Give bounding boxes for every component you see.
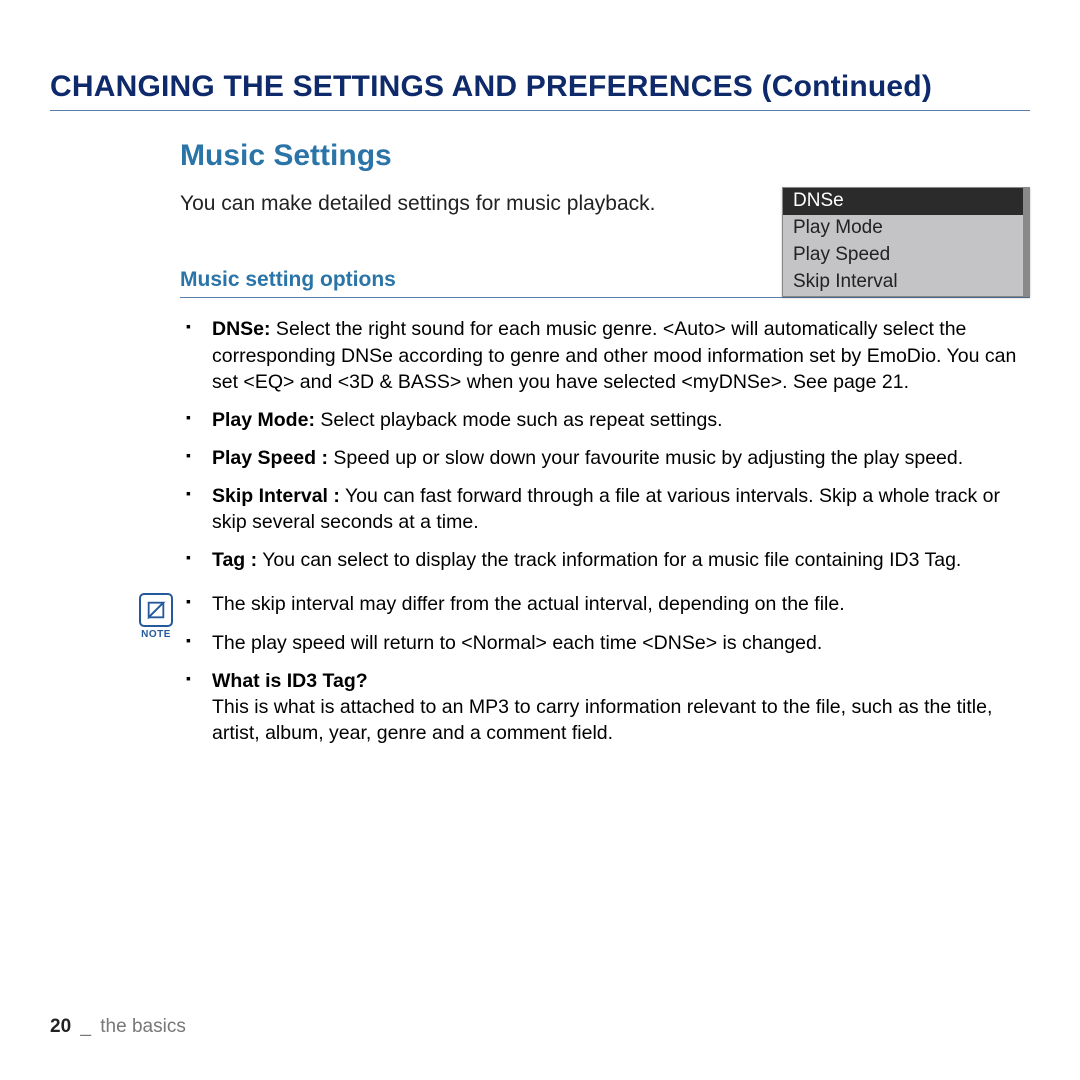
- menu-item-dnse: DNSe: [783, 188, 1029, 215]
- menu-item-skip-interval: Skip Interval: [783, 269, 1029, 296]
- page-footer: 20 _ the basics: [50, 1016, 186, 1038]
- menu-item-play-speed: Play Speed: [783, 242, 1029, 269]
- note-id3: What is ID3 Tag? This is what is attached…: [208, 668, 1030, 746]
- option-text: Speed up or slow down your favourite mus…: [328, 447, 963, 469]
- note-icon: [139, 593, 173, 627]
- note-text: The skip interval may differ from the ac…: [212, 593, 845, 615]
- option-tag: Tag : You can select to display the trac…: [208, 547, 1030, 573]
- page-title: CHANGING THE SETTINGS AND PREFERENCES (C…: [50, 70, 1030, 111]
- option-text: Select playback mode such as repeat sett…: [315, 409, 723, 431]
- option-dnse: DNSe: Select the right sound for each mu…: [208, 316, 1030, 394]
- note-text: This is what is attached to an MP3 to ca…: [212, 696, 992, 744]
- note-icon-column: NOTE: [132, 591, 180, 758]
- menu-item-play-mode: Play Mode: [783, 215, 1029, 242]
- footer-separator: _: [76, 1016, 95, 1037]
- option-label: Play Mode:: [212, 409, 315, 431]
- note-text: The play speed will return to <Normal> e…: [212, 632, 822, 654]
- notes-list: The skip interval may differ from the ac…: [180, 591, 1030, 758]
- page-number: 20: [50, 1016, 71, 1037]
- music-settings-menu: DNSe Play Mode Play Speed Skip Interval: [782, 187, 1030, 297]
- option-skip-interval: Skip Interval : You can fast forward thr…: [208, 483, 1030, 535]
- option-play-speed: Play Speed : Speed up or slow down your …: [208, 445, 1030, 471]
- note-play-speed: The play speed will return to <Normal> e…: [208, 630, 1030, 656]
- option-label: Tag :: [212, 549, 257, 571]
- note-skip-interval: The skip interval may differ from the ac…: [208, 591, 1030, 617]
- note-bold: What is ID3 Tag?: [212, 670, 368, 692]
- option-text: You can select to display the track info…: [257, 549, 961, 571]
- intro-text: You can make detailed settings for music…: [180, 192, 655, 215]
- note-label: NOTE: [132, 629, 180, 640]
- option-label: DNSe:: [212, 318, 271, 340]
- option-text: Select the right sound for each music ge…: [212, 318, 1016, 392]
- section-heading: Music Settings: [180, 139, 1030, 173]
- footer-section: the basics: [100, 1016, 186, 1037]
- option-label: Play Speed :: [212, 447, 328, 469]
- option-label: Skip Interval :: [212, 485, 340, 507]
- option-play-mode: Play Mode: Select playback mode such as …: [208, 407, 1030, 433]
- options-list: DNSe: Select the right sound for each mu…: [180, 316, 1030, 573]
